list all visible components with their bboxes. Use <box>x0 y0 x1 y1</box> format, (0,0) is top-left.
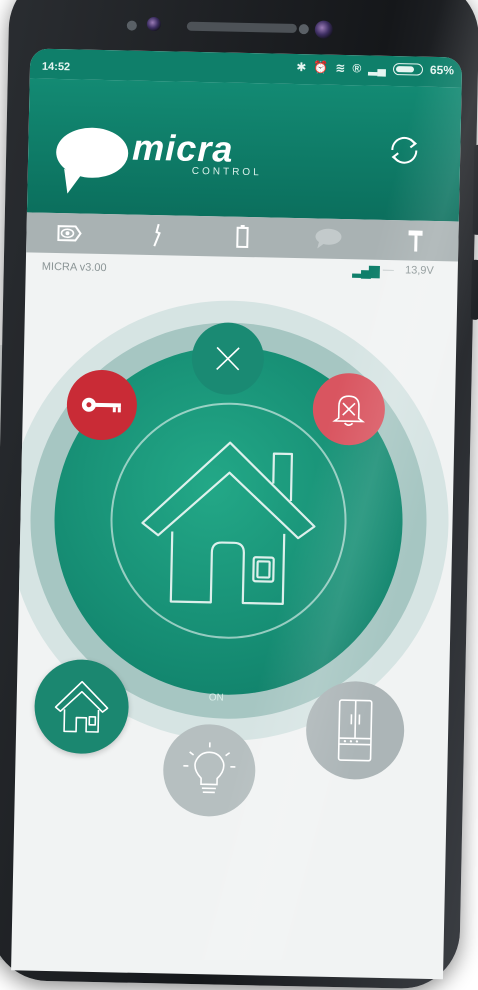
signal-icon: ▂▄ <box>368 62 386 76</box>
firmware-version: MICRA v3.00 <box>42 261 107 274</box>
logo-subtext: CONTROL <box>192 166 262 178</box>
voltage-readout: 13,9V <box>405 264 434 277</box>
phone-frame: 14:52 ✱ ⏰ ≋ ® ▂▄ 65% micra CONTROL <box>0 0 478 990</box>
status-time: 14:52 <box>42 61 70 74</box>
app-screen: 14:52 ✱ ⏰ ≋ ® ▂▄ 65% micra CONTROL <box>11 48 462 979</box>
tab-power[interactable] <box>112 214 199 256</box>
camera-icon <box>147 17 161 31</box>
bell-off-icon <box>330 390 367 429</box>
logo-bubble-icon <box>56 127 129 178</box>
house-icon[interactable] <box>129 431 329 615</box>
sensor-dot <box>127 20 137 30</box>
tab-view[interactable] <box>26 212 113 254</box>
battery-percent: 65% <box>430 63 454 78</box>
roaming-icon: ® <box>352 61 361 75</box>
lightbulb-icon <box>181 740 238 801</box>
light-button[interactable] <box>162 723 256 817</box>
app-header: micra CONTROL <box>27 78 462 221</box>
tab-tools[interactable] <box>372 220 459 262</box>
fridge-icon <box>334 698 375 763</box>
front-camera-icon <box>315 20 333 38</box>
separator-dash: — <box>383 264 394 276</box>
wifi-icon: ≋ <box>335 61 345 75</box>
speech-bubble-icon <box>314 226 344 251</box>
tab-battery[interactable] <box>199 216 286 258</box>
house-icon <box>51 677 112 736</box>
state-label: ON <box>209 692 224 703</box>
appliance-button[interactable] <box>305 680 405 780</box>
logo-text: micra <box>132 127 234 171</box>
tab-messages[interactable] <box>285 218 372 260</box>
alarm-icon: ⏰ <box>313 60 328 74</box>
eye-icon <box>55 222 83 245</box>
home-mode-button[interactable] <box>34 659 130 755</box>
battery-icon <box>235 225 249 249</box>
earpiece <box>187 22 297 33</box>
hammer-icon <box>405 228 425 252</box>
close-icon <box>213 343 244 374</box>
power-button <box>473 145 478 235</box>
battery-icon <box>393 63 423 76</box>
volume-button <box>471 260 478 320</box>
bluetooth-icon: ✱ <box>296 60 306 74</box>
plug-icon <box>148 222 165 248</box>
key-icon <box>80 394 124 417</box>
signal-strength-icon: ▂▄▆ <box>352 261 378 279</box>
refresh-icon[interactable] <box>384 130 425 171</box>
sensor-dot <box>299 24 309 34</box>
